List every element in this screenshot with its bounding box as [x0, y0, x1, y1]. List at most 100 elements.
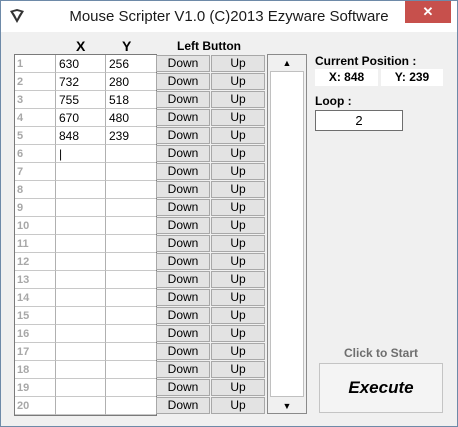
up-button[interactable]: Up: [211, 91, 265, 108]
x-cell[interactable]: [56, 271, 106, 289]
y-cell[interactable]: [106, 361, 156, 379]
up-button[interactable]: Up: [211, 253, 265, 270]
up-button[interactable]: Up: [211, 217, 265, 234]
x-cell[interactable]: 848: [56, 127, 106, 145]
close-button[interactable]: ✕: [405, 1, 451, 23]
y-cell[interactable]: [106, 163, 156, 181]
y-cell[interactable]: 239: [106, 127, 156, 145]
x-cell[interactable]: [56, 289, 106, 307]
up-button[interactable]: Up: [211, 127, 265, 144]
y-cell[interactable]: [106, 217, 156, 235]
x-cell[interactable]: [56, 181, 106, 199]
down-button[interactable]: Down: [156, 73, 210, 90]
execute-button[interactable]: Execute: [319, 363, 443, 413]
down-button[interactable]: Down: [156, 343, 210, 360]
up-button[interactable]: Up: [211, 361, 265, 378]
y-cell[interactable]: [106, 181, 156, 199]
up-button[interactable]: Up: [211, 55, 265, 72]
y-cell[interactable]: 256: [106, 55, 156, 73]
down-button[interactable]: Down: [156, 199, 210, 216]
x-cell[interactable]: [56, 397, 106, 415]
loop-label: Loop :: [315, 94, 352, 108]
up-button[interactable]: Up: [211, 307, 265, 324]
x-cell[interactable]: 732: [56, 73, 106, 91]
x-cell[interactable]: 755: [56, 91, 106, 109]
x-cell[interactable]: [56, 325, 106, 343]
x-cell[interactable]: [56, 253, 106, 271]
y-cell[interactable]: [106, 343, 156, 361]
y-cell[interactable]: [106, 379, 156, 397]
y-cell[interactable]: [106, 397, 156, 415]
down-button[interactable]: Down: [156, 217, 210, 234]
up-button[interactable]: Up: [211, 145, 265, 162]
x-cell[interactable]: 670: [56, 109, 106, 127]
table-row: 9: [15, 199, 156, 217]
scroll-up-arrow-icon[interactable]: ▲: [268, 56, 306, 70]
up-button[interactable]: Up: [211, 109, 265, 126]
up-button[interactable]: Up: [211, 379, 265, 396]
table-row: 4 670 480: [15, 109, 156, 127]
scroll-track[interactable]: [270, 71, 304, 397]
down-button[interactable]: Down: [156, 127, 210, 144]
down-button[interactable]: Down: [156, 379, 210, 396]
x-column-header: X: [76, 38, 86, 54]
x-cell[interactable]: [56, 217, 106, 235]
down-button[interactable]: Down: [156, 253, 210, 270]
down-button[interactable]: Down: [156, 235, 210, 252]
y-cell[interactable]: [106, 199, 156, 217]
x-cell[interactable]: [56, 235, 106, 253]
up-button[interactable]: Up: [211, 199, 265, 216]
x-cell[interactable]: |: [56, 145, 106, 163]
down-button[interactable]: Down: [156, 325, 210, 342]
y-cell[interactable]: [106, 145, 156, 163]
down-button[interactable]: Down: [156, 181, 210, 198]
y-cell[interactable]: 518: [106, 91, 156, 109]
x-cell[interactable]: [56, 379, 106, 397]
down-button[interactable]: Down: [156, 91, 210, 108]
up-button[interactable]: Up: [211, 343, 265, 360]
x-cell[interactable]: [56, 343, 106, 361]
y-cell[interactable]: [106, 271, 156, 289]
up-button[interactable]: Up: [211, 397, 265, 414]
y-cell[interactable]: 480: [106, 109, 156, 127]
table-row: 19: [15, 379, 156, 397]
table-row: 1 630 256: [15, 55, 156, 73]
vertical-scrollbar[interactable]: ▲ ▼: [267, 54, 307, 414]
table-row: 12: [15, 253, 156, 271]
up-button[interactable]: Up: [211, 325, 265, 342]
up-button[interactable]: Up: [211, 163, 265, 180]
window-title: Mouse Scripter V1.0 (C)2013 Ezyware Soft…: [69, 8, 389, 25]
up-button[interactable]: Up: [211, 181, 265, 198]
scroll-down-arrow-icon[interactable]: ▼: [268, 399, 306, 413]
down-button[interactable]: Down: [156, 289, 210, 306]
y-cell[interactable]: [106, 307, 156, 325]
up-button[interactable]: Up: [211, 289, 265, 306]
down-button[interactable]: Down: [156, 361, 210, 378]
x-cell[interactable]: 630: [56, 55, 106, 73]
y-cell[interactable]: 280: [106, 73, 156, 91]
down-button[interactable]: Down: [156, 397, 210, 414]
down-button[interactable]: Down: [156, 163, 210, 180]
y-cell[interactable]: [106, 325, 156, 343]
x-cell[interactable]: [56, 199, 106, 217]
left-button-header: Left Button: [177, 39, 241, 53]
y-cell[interactable]: [106, 253, 156, 271]
x-cell[interactable]: [56, 163, 106, 181]
x-cell[interactable]: [56, 307, 106, 325]
y-cell[interactable]: [106, 235, 156, 253]
row-number: 3: [15, 91, 56, 109]
click-to-start-hint: Click to Start: [343, 346, 418, 360]
loop-count-input[interactable]: 2: [315, 110, 403, 131]
up-button[interactable]: Up: [211, 271, 265, 288]
up-button[interactable]: Up: [211, 235, 265, 252]
down-button[interactable]: Down: [156, 109, 210, 126]
down-button[interactable]: Down: [156, 271, 210, 288]
up-button[interactable]: Up: [211, 73, 265, 90]
down-button[interactable]: Down: [156, 55, 210, 72]
y-cell[interactable]: [106, 289, 156, 307]
down-button[interactable]: Down: [156, 307, 210, 324]
row-number: 10: [15, 217, 56, 235]
down-button[interactable]: Down: [156, 145, 210, 162]
table-row: 2 732 280: [15, 73, 156, 91]
x-cell[interactable]: [56, 361, 106, 379]
